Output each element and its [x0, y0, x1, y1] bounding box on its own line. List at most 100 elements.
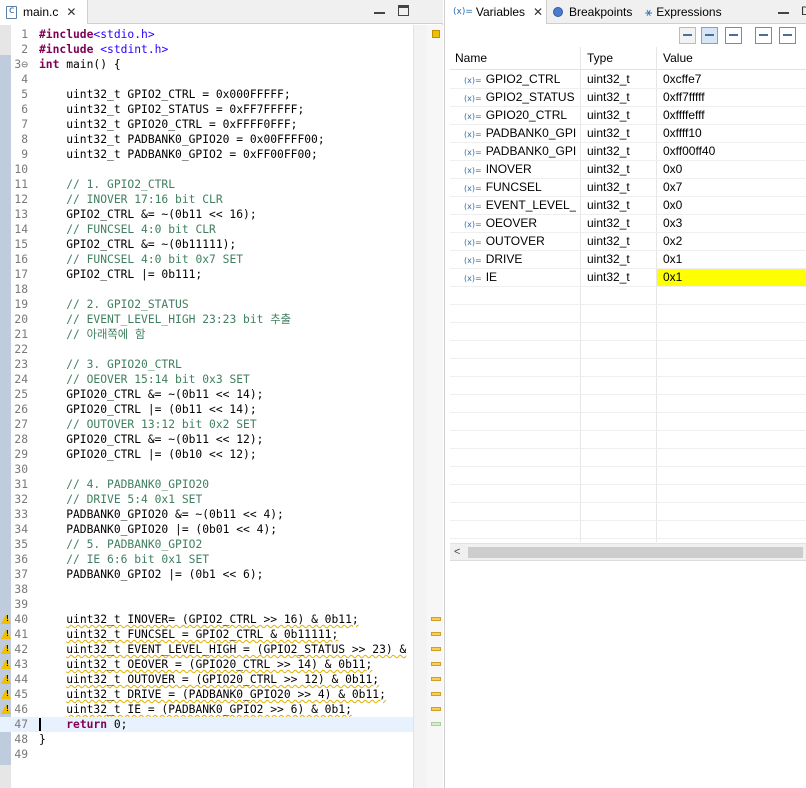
- table-row[interactable]: (x)= GPIO2_CTRL uint32_t 0xcffe7: [450, 71, 806, 89]
- table-row[interactable]: (x)= IE uint32_t 0x1: [450, 269, 806, 287]
- editor-vertical-scrollbar[interactable]: [413, 25, 427, 788]
- code-line[interactable]: 1 #include<stdio.h>: [0, 27, 413, 42]
- variable-value[interactable]: 0x1: [657, 269, 806, 286]
- tab-variables[interactable]: (x)= Variables ✕: [445, 0, 547, 24]
- code-line[interactable]: 46 uint32_t IE = (PADBANK0_GPIO2 >> 6) &…: [0, 702, 413, 717]
- code-line[interactable]: 39: [0, 597, 413, 612]
- code-line[interactable]: 47 return 0;: [0, 717, 413, 732]
- table-row[interactable]: (x)= INOVER uint32_t 0x0: [450, 161, 806, 179]
- table-row[interactable]: (x)=PADBANK0_GPIO2 uint32_t 0xff00ff40: [450, 143, 806, 161]
- code-line[interactable]: 42 uint32_t EVENT_LEVEL_HIGH = (GPIO2_ST…: [0, 642, 413, 657]
- code-line[interactable]: 45 uint32_t DRIVE = (PADBANK0_GPIO20 >> …: [0, 687, 413, 702]
- variable-value[interactable]: 0xcffe7: [657, 71, 806, 88]
- code-line[interactable]: 37 PADBANK0_GPIO2 |= (0b1 << 6);: [0, 567, 413, 582]
- code-line[interactable]: 6 uint32_t GPIO2_STATUS = 0xFF7FFFFF;: [0, 102, 413, 117]
- variable-value[interactable]: 0x7: [657, 179, 806, 196]
- code-line[interactable]: 23 // 3. GPIO20_CTRL: [0, 357, 413, 372]
- code-line[interactable]: 48}: [0, 732, 413, 747]
- overview-ruler[interactable]: [427, 25, 443, 788]
- variable-value[interactable]: 0x1: [657, 251, 806, 268]
- variable-value[interactable]: 0x3: [657, 215, 806, 232]
- code-line[interactable]: 38: [0, 582, 413, 597]
- code-line[interactable]: 15 GPIO2_CTRL &= ~(0b11111);: [0, 237, 413, 252]
- warning-marker[interactable]: [431, 692, 441, 696]
- code-line[interactable]: 31 // 4. PADBANK0_GPIO20: [0, 477, 413, 492]
- variable-value[interactable]: 0xffffefff: [657, 107, 806, 124]
- warning-summary-icon[interactable]: [432, 30, 440, 38]
- table-row[interactable]: (x)=EVENT_LEVEL_HIGH uint32_t 0x0: [450, 197, 806, 215]
- warning-marker[interactable]: [431, 662, 441, 666]
- code-line[interactable]: 5 uint32_t GPIO2_CTRL = 0x000FFFFF;: [0, 87, 413, 102]
- table-row[interactable]: (x)= FUNCSEL uint32_t 0x7: [450, 179, 806, 197]
- code-line[interactable]: 34 PADBANK0_GPIO20 |= (0b01 << 4);: [0, 522, 413, 537]
- warning-marker[interactable]: [431, 647, 441, 651]
- code-line[interactable]: 9 uint32_t PADBANK0_GPIO2 = 0xFF00FF00;: [0, 147, 413, 162]
- table-row[interactable]: (x)= DRIVE uint32_t 0x1: [450, 251, 806, 269]
- code-line[interactable]: 12 // INOVER 17:16 bit CLR: [0, 192, 413, 207]
- code-line[interactable]: 10: [0, 162, 413, 177]
- code-line[interactable]: 11 // 1. GPIO2_CTRL: [0, 177, 413, 192]
- code-line[interactable]: 2 #include <stdint.h>: [0, 42, 413, 57]
- close-icon[interactable]: ✕: [66, 5, 76, 19]
- code-line[interactable]: 24 // OEOVER 15:14 bit 0x3 SET: [0, 372, 413, 387]
- table-row[interactable]: (x)= GPIO20_CTRL uint32_t 0xffffefff: [450, 107, 806, 125]
- code-line[interactable]: 27 // OUTOVER 13:12 bit 0x2 SET: [0, 417, 413, 432]
- variable-value[interactable]: 0xff00ff40: [657, 143, 806, 160]
- code-line[interactable]: 33 PADBANK0_GPIO20 &= ~(0b11 << 4);: [0, 507, 413, 522]
- warning-marker[interactable]: [431, 677, 441, 681]
- code-line[interactable]: 29 GPIO20_CTRL |= (0b10 << 12);: [0, 447, 413, 462]
- code-line[interactable]: 3⊖ int main() {: [0, 57, 413, 72]
- code-line[interactable]: 21 // 아래쪽에 함: [0, 327, 413, 342]
- overflow-tab[interactable]: D: [801, 4, 806, 18]
- code-line[interactable]: 36 // IE 6:6 bit 0x1 SET: [0, 552, 413, 567]
- tab-expressions[interactable]: ⚹ Expressions: [645, 0, 722, 24]
- show-type-names-icon[interactable]: [679, 27, 696, 44]
- minimize-icon[interactable]: [374, 5, 385, 14]
- minimize-icon[interactable]: [778, 5, 789, 14]
- code-line[interactable]: 19 // 2. GPIO2_STATUS: [0, 297, 413, 312]
- code-line[interactable]: 44 uint32_t OUTOVER = (GPIO20_CTRL >> 12…: [0, 672, 413, 687]
- table-row[interactable]: (x)=PADBANK0_GPIO20 uint32_t 0xffff10: [450, 125, 806, 143]
- current-line-marker[interactable]: [431, 722, 441, 726]
- maximize-icon[interactable]: [398, 5, 409, 16]
- tab-main-c[interactable]: main.c ✕: [0, 0, 88, 24]
- variable-value[interactable]: 0x0: [657, 161, 806, 178]
- code-line[interactable]: 20 // EVENT_LEVEL_HIGH 23:23 bit 추출: [0, 312, 413, 327]
- table-row[interactable]: (x)= OEOVER uint32_t 0x3: [450, 215, 806, 233]
- column-header-type[interactable]: Type: [587, 51, 613, 65]
- variable-value[interactable]: 0x2: [657, 233, 806, 250]
- code-line[interactable]: 41 uint32_t FUNCSEL = GPIO2_CTRL & 0b111…: [0, 627, 413, 642]
- code-line[interactable]: 35 // 5. PADBANK0_GPIO2: [0, 537, 413, 552]
- scroll-left-icon[interactable]: <: [454, 546, 460, 558]
- code-line[interactable]: 22: [0, 342, 413, 357]
- column-header-name[interactable]: Name: [455, 51, 487, 65]
- warning-marker[interactable]: [431, 707, 441, 711]
- code-line[interactable]: 49: [0, 747, 413, 762]
- code-area[interactable]: 1 #include<stdio.h> 2 #include <stdint.h> 3⊖…: [0, 25, 413, 788]
- show-logical-structure-icon[interactable]: [701, 27, 718, 44]
- code-line[interactable]: 8 uint32_t PADBANK0_GPIO20 = 0x00FFFF00;: [0, 132, 413, 147]
- detail-pane[interactable]: [450, 560, 806, 788]
- code-line[interactable]: 32 // DRIVE 5:4 0x1 SET: [0, 492, 413, 507]
- table-row[interactable]: (x)= OUTOVER uint32_t 0x2: [450, 233, 806, 251]
- tab-breakpoints[interactable]: Breakpoints: [553, 0, 632, 24]
- code-line[interactable]: 43 uint32_t OEOVER = (GPIO20_CTRL >> 14)…: [0, 657, 413, 672]
- code-line[interactable]: 16 // FUNCSEL 4:0 bit 0x7 SET: [0, 252, 413, 267]
- warning-marker[interactable]: [431, 632, 441, 636]
- code-line[interactable]: 4: [0, 72, 413, 87]
- variable-value[interactable]: 0x0: [657, 197, 806, 214]
- code-line[interactable]: 17 GPIO2_CTRL |= 0b111;: [0, 267, 413, 282]
- add-global-variables-icon[interactable]: [755, 27, 772, 44]
- horizontal-scrollbar[interactable]: <: [450, 543, 806, 560]
- code-line[interactable]: 14 // FUNCSEL 4:0 bit CLR: [0, 222, 413, 237]
- warning-marker[interactable]: [431, 617, 441, 621]
- code-line[interactable]: 40 uint32_t INOVER= (GPIO2_CTRL >> 16) &…: [0, 612, 413, 627]
- code-line[interactable]: 25 GPIO20_CTRL &= ~(0b11 << 14);: [0, 387, 413, 402]
- code-line[interactable]: 13 GPIO2_CTRL &= ~(0b11 << 16);: [0, 207, 413, 222]
- scrollbar-thumb[interactable]: [468, 547, 803, 558]
- code-line[interactable]: 26 GPIO20_CTRL |= (0b11 << 14);: [0, 402, 413, 417]
- variable-value[interactable]: 0xffff10: [657, 125, 806, 142]
- variable-value[interactable]: 0xff7fffff: [657, 89, 806, 106]
- column-header-value[interactable]: Value: [663, 51, 693, 65]
- code-line[interactable]: 30: [0, 462, 413, 477]
